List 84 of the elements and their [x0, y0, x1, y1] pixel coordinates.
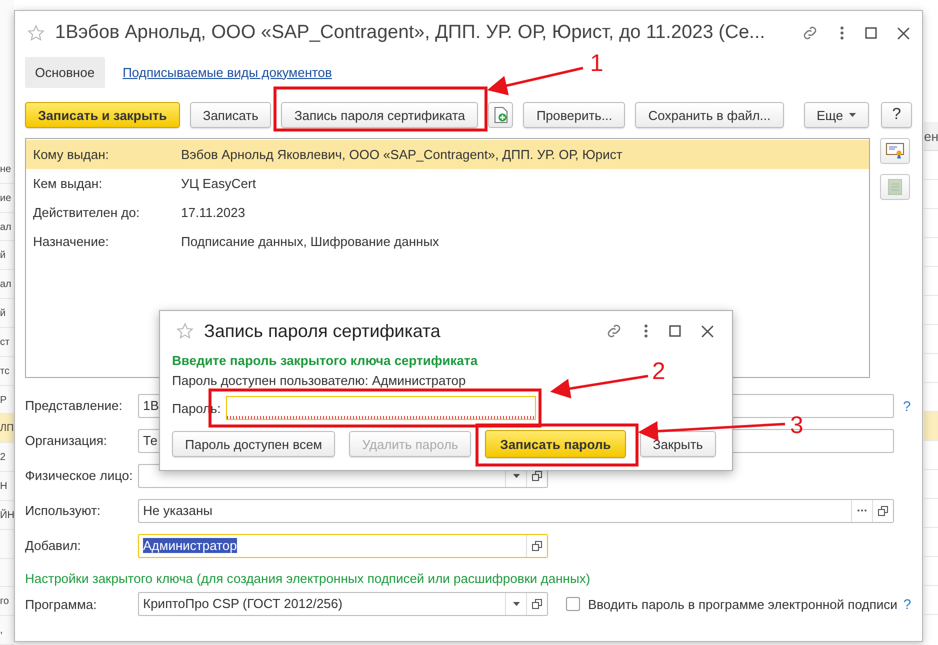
- open-button[interactable]: [872, 500, 893, 522]
- background-row-text: й: [0, 250, 6, 262]
- info-value: 17.11.2023: [181, 205, 246, 220]
- field-label: Представление:: [25, 398, 124, 413]
- background-row-text: ие: [0, 192, 12, 204]
- background-row-text: 2: [0, 452, 6, 464]
- field-label: Добавил:: [25, 538, 82, 553]
- maximize-icon[interactable]: [865, 27, 877, 39]
- background-row-text: ,: [0, 625, 3, 636]
- background-row-text: го: [0, 596, 9, 608]
- tab[interactable]: Подписываемые виды документов: [112, 56, 342, 88]
- info-label: Действителен до:: [32, 205, 141, 220]
- info-label: Кем выдан:: [32, 176, 104, 191]
- tab[interactable]: Основное: [25, 56, 105, 88]
- open-icon: [878, 506, 888, 516]
- open-icon: [532, 470, 542, 480]
- info-label: Кому выдан:: [32, 147, 110, 162]
- background-row-text: й: [0, 308, 6, 320]
- background-row-text: ал: [0, 279, 12, 290]
- input-field[interactable]: Не указаны: [138, 498, 894, 522]
- toolbar-button[interactable]: Проверить...: [523, 102, 626, 128]
- toolbar-button[interactable]: Записать: [190, 102, 272, 128]
- background-row-text: тс: [0, 366, 10, 377]
- help-button[interactable]: ?: [881, 102, 912, 128]
- background-row-text: ЙН: [0, 510, 14, 521]
- field-label: Физическое лицо:: [25, 468, 134, 483]
- info-value: УЦ EasyCert: [181, 176, 256, 191]
- section-title: Настройки закрытого ключа (для создания электронных подписей или расшифровки данных): [25, 570, 592, 588]
- field-label: Организация:: [25, 433, 108, 448]
- toolbar-button[interactable]: Сохранить в файл...: [635, 102, 784, 128]
- field-label: Программа:: [25, 596, 98, 612]
- star-icon[interactable]: [176, 322, 194, 340]
- toolbar-button[interactable]: Запись пароля сертификата: [281, 102, 478, 128]
- more-menu-button[interactable]: Еще: [804, 102, 870, 128]
- info-value: Вэбов Арнольд Яковлевич, ООО «SAP_Contragent», ДПП. УР. ОР, Юрист: [181, 147, 622, 162]
- close-icon[interactable]: [897, 26, 910, 40]
- password-field[interactable]: [226, 396, 536, 420]
- window-title: 1Вэбов Арнольд, ООО «SAP_Contragent», ДПП. УР. ОР, Юрист, до 11.2023 (Се...: [55, 22, 766, 44]
- info-label: Назначение:: [32, 234, 110, 249]
- dialog-button[interactable]: Записать пароль: [485, 430, 626, 458]
- save-and-close-button[interactable]: Записать и закрыть: [25, 102, 180, 128]
- background-row-text: не: [0, 164, 12, 175]
- annotation-number: 2: [652, 360, 666, 384]
- background-row-text: ЛП: [0, 423, 14, 434]
- link-icon[interactable]: [605, 322, 623, 340]
- open-icon: [532, 599, 542, 609]
- link-icon[interactable]: [801, 24, 819, 42]
- annotation-number: 3: [790, 414, 804, 438]
- more-icon[interactable]: [643, 323, 649, 339]
- dialog-button[interactable]: Закрыть: [640, 431, 716, 457]
- background-row-text: Н: [0, 481, 8, 492]
- field-label: Используют:: [25, 503, 102, 518]
- checkbox[interactable]: [566, 597, 580, 611]
- star-icon[interactable]: [27, 24, 45, 42]
- annotation-number: 1: [590, 52, 604, 76]
- certificate-button[interactable]: [880, 138, 910, 164]
- dialog-note: Пароль доступен пользователю: Администратор: [172, 372, 466, 390]
- open-icon: [532, 540, 542, 550]
- input-field[interactable]: Администратор: [138, 534, 548, 558]
- file-plus-icon: [494, 107, 508, 123]
- dialog-heading: Введите пароль закрытого ключа сертификата: [172, 352, 478, 370]
- dialog-button[interactable]: Пароль доступен всем: [172, 431, 336, 457]
- document-icon: [888, 179, 902, 195]
- open-button[interactable]: [526, 534, 547, 556]
- background-row-text: Р: [0, 394, 7, 406]
- caret-icon: [512, 602, 520, 606]
- help-link[interactable]: ?: [903, 596, 912, 612]
- maximize-icon[interactable]: [669, 325, 681, 337]
- background-row-text: ст: [0, 336, 10, 348]
- close-icon[interactable]: [701, 324, 714, 338]
- checkbox-label: Вводить пароль в программе электронной подписи: [588, 596, 898, 612]
- info-value: Подписание данных, Шифрование данных: [181, 234, 440, 249]
- certificate-icon: [886, 143, 904, 159]
- caret-icon: [512, 474, 520, 478]
- caret-icon: [849, 113, 856, 117]
- ellipsis-icon: [857, 509, 867, 512]
- more-icon[interactable]: [839, 25, 845, 41]
- add-file-button[interactable]: [488, 102, 514, 128]
- help-link[interactable]: ?: [903, 398, 911, 414]
- background-column-header: ен: [924, 122, 938, 151]
- background-row-text: ал: [0, 222, 12, 233]
- dialog-title: Запись пароля сертификата: [204, 320, 442, 342]
- select-field[interactable]: КриптоПро CSP (ГОСТ 2012/256): [138, 592, 548, 616]
- open-button[interactable]: [526, 593, 547, 615]
